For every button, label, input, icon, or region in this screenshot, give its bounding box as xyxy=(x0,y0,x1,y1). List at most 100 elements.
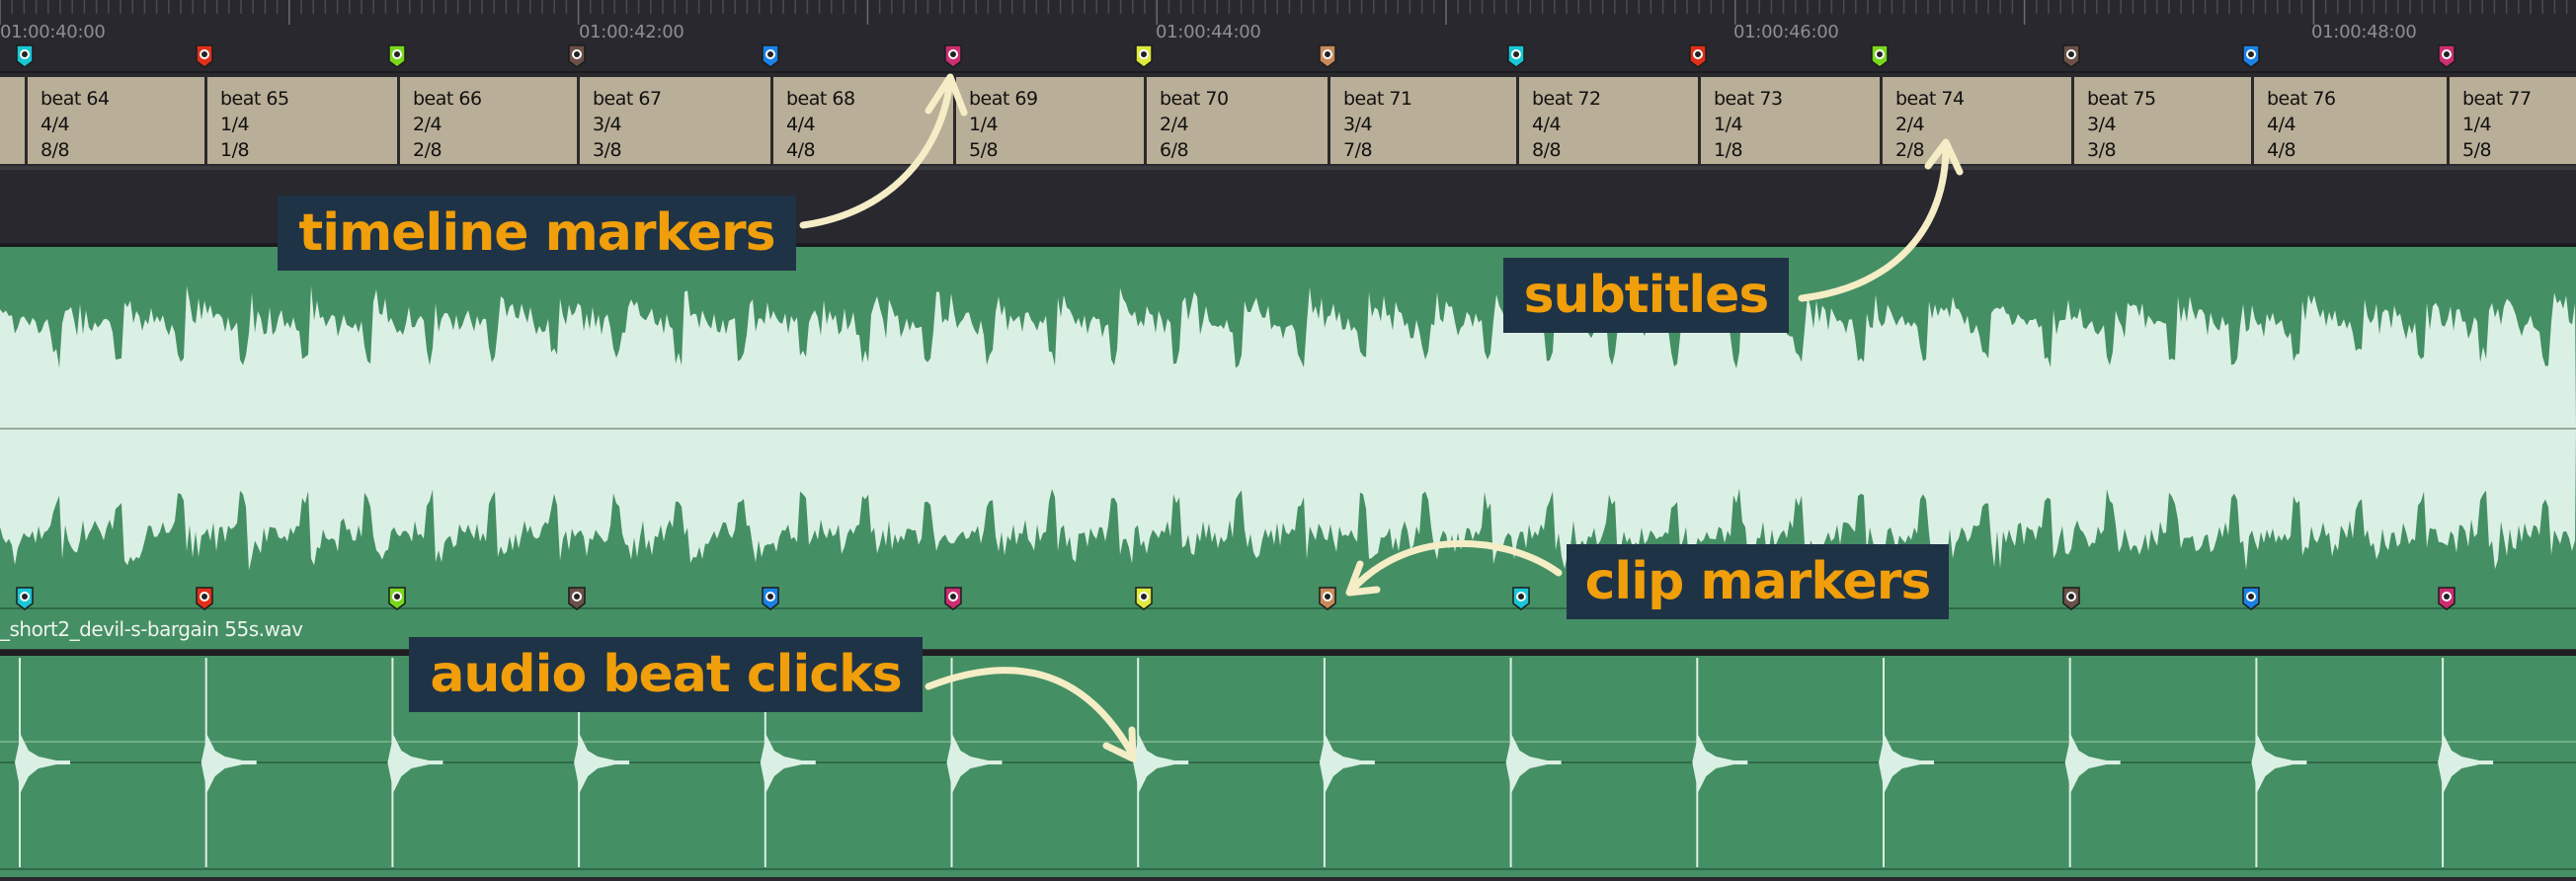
subtitle-title: beat 76 xyxy=(2267,88,2336,110)
subtitle-title: beat 77 xyxy=(2462,88,2532,110)
timeline-marker-pink[interactable] xyxy=(2437,44,2456,68)
subtitle-clip[interactable]: beat 75 3/4 3/8 xyxy=(2071,77,2251,164)
beat-click xyxy=(1505,658,1562,867)
timecode-label: 01:00:44:00 xyxy=(1156,22,1261,42)
timeline-marker-green[interactable] xyxy=(387,44,407,68)
subtitle-clip[interactable]: beat 69 1/4 5/8 xyxy=(953,77,1144,164)
subtitle-clip[interactable]: beat 68 4/4 4/8 xyxy=(770,77,953,164)
beat-click xyxy=(1692,658,1748,867)
subtitle-clip[interactable]: beat 74 2/4 2/8 xyxy=(1880,77,2071,164)
beat-click xyxy=(2251,658,2307,867)
clip-marker-cyan[interactable] xyxy=(1511,587,1531,610)
clip-filename: _short2_devil-s-bargain 55s.wav xyxy=(0,617,303,641)
subtitle-eighth: 6/8 xyxy=(1160,139,1189,161)
timeline-marker-orange[interactable] xyxy=(1318,44,1337,68)
subtitle-title: beat 69 xyxy=(969,88,1038,110)
timeline-marker-blue[interactable] xyxy=(761,44,780,68)
timecode-label: 01:00:48:00 xyxy=(2311,22,2417,42)
subtitle-title: beat 71 xyxy=(1343,88,1412,110)
subtitle-clip[interactable]: beat 72 4/4 8/8 xyxy=(1516,77,1698,164)
audio-clip-beat-clicks[interactable] xyxy=(0,656,2576,877)
clip-marker-brown[interactable] xyxy=(567,587,587,610)
subtitle-eighth: 3/8 xyxy=(593,139,622,161)
beat-click xyxy=(201,658,257,867)
timeline-ruler[interactable]: 01:00:40:00 01:00:42:00 01:00:44:00 01:0… xyxy=(0,0,2576,69)
subtitle-clip[interactable]: beat 67 3/4 3/8 xyxy=(577,77,770,164)
timeline-marker-brown[interactable] xyxy=(2061,44,2081,68)
clip-marker-blue[interactable] xyxy=(2241,587,2261,610)
beat-click xyxy=(2438,658,2494,867)
subtitle-clip[interactable]: beat 70 2/4 6/8 xyxy=(1144,77,1328,164)
subtitle-clip[interactable]: beat 64 4/4 8/8 xyxy=(25,77,204,164)
beat-click xyxy=(2064,658,2121,867)
subtitle-title: beat 75 xyxy=(2087,88,2156,110)
callout-clip-markers: clip markers xyxy=(1567,544,1949,619)
subtitle-quarter: 2/4 xyxy=(413,114,443,135)
beat-click xyxy=(1133,658,1189,867)
clip-marker-green[interactable] xyxy=(387,587,407,610)
subtitle-clip[interactable]: beat 71 3/4 7/8 xyxy=(1328,77,1516,164)
subtitle-eighth: 5/8 xyxy=(2462,139,2492,161)
clip-marker-blue[interactable] xyxy=(761,587,780,610)
subtitle-quarter: 1/4 xyxy=(2462,114,2492,135)
subtitle-eighth: 4/8 xyxy=(2267,139,2296,161)
clip-marker-yellow[interactable] xyxy=(1134,587,1154,610)
subtitle-quarter: 4/4 xyxy=(1532,114,1562,135)
clip-marker-pink[interactable] xyxy=(943,587,963,610)
subtitle-clip[interactable]: beat 76 4/4 4/8 xyxy=(2251,77,2447,164)
timeline-marker-blue[interactable] xyxy=(2241,44,2261,68)
timeline-marker-red[interactable] xyxy=(195,44,214,68)
callout-timeline-markers: timeline markers xyxy=(278,196,796,271)
subtitle-quarter: 1/4 xyxy=(220,114,250,135)
subtitle-quarter: 2/4 xyxy=(1895,114,1925,135)
subtitle-clip[interactable]: beat 66 2/4 2/8 xyxy=(397,77,577,164)
subtitle-eighth: 2/8 xyxy=(413,139,443,161)
subtitle-eighth: 1/8 xyxy=(220,139,250,161)
subtitle-eighth: 3/8 xyxy=(2087,139,2117,161)
subtitle-quarter: 3/4 xyxy=(1343,114,1373,135)
clip-marker-orange[interactable] xyxy=(1318,587,1337,610)
subtitle-eighth: 8/8 xyxy=(40,139,70,161)
timeline-marker-cyan[interactable] xyxy=(1506,44,1526,68)
beat-click xyxy=(1319,658,1375,867)
subtitle-eighth: 4/8 xyxy=(786,139,816,161)
subtitle-title: beat 73 xyxy=(1714,88,1783,110)
beat-click-waveform xyxy=(0,658,2576,870)
timecode-label: 01:00:46:00 xyxy=(1733,22,1839,42)
timeline-marker-red[interactable] xyxy=(1688,44,1708,68)
timeline-marker-pink[interactable] xyxy=(943,44,963,68)
subtitle-title: beat 72 xyxy=(1532,88,1601,110)
subtitle-eighth: 2/8 xyxy=(1895,139,1925,161)
callout-audio-beat-clicks: audio beat clicks xyxy=(409,637,923,712)
timeline-marker-green[interactable] xyxy=(1870,44,1890,68)
subtitle-track: beat 64 4/4 8/8 beat 65 1/4 1/8 beat 66 2/4 2/8 b… xyxy=(0,71,2576,168)
waveform-channel-bottom xyxy=(0,429,2576,571)
clip-marker-brown[interactable] xyxy=(2061,587,2081,610)
ruler-ticks xyxy=(0,0,2568,25)
clip-marker-pink[interactable] xyxy=(2437,587,2456,610)
subtitle-title: beat 68 xyxy=(786,88,855,110)
subtitle-title: beat 70 xyxy=(1160,88,1229,110)
timecode-label: 01:00:42:00 xyxy=(579,22,684,42)
clip-marker-red[interactable] xyxy=(195,587,214,610)
beat-click xyxy=(15,658,70,867)
subtitle-clip[interactable]: beat 65 1/4 1/8 xyxy=(204,77,397,164)
subtitle-quarter: 4/4 xyxy=(2267,114,2296,135)
timeline-marker-cyan[interactable] xyxy=(15,44,35,68)
subtitle-eighth: 1/8 xyxy=(1714,139,1743,161)
subtitle-quarter: 4/4 xyxy=(40,114,70,135)
timecode-label: 01:00:40:00 xyxy=(0,22,106,42)
subtitle-quarter: 4/4 xyxy=(786,114,816,135)
subtitle-eighth: 8/8 xyxy=(1532,139,1562,161)
subtitle-quarter: 3/4 xyxy=(2087,114,2117,135)
subtitle-title: beat 66 xyxy=(413,88,482,110)
subtitle-clip[interactable]: beat 73 1/4 1/8 xyxy=(1698,77,1880,164)
subtitle-quarter: 2/4 xyxy=(1160,114,1189,135)
subtitle-clip-partial[interactable] xyxy=(0,77,25,164)
timeline-marker-brown[interactable] xyxy=(567,44,587,68)
subtitle-title: beat 64 xyxy=(40,88,110,110)
timeline-marker-yellow[interactable] xyxy=(1134,44,1154,68)
beat-click xyxy=(1879,658,1934,867)
subtitle-clip[interactable]: beat 77 1/4 5/8 xyxy=(2447,77,2576,164)
clip-marker-cyan[interactable] xyxy=(15,587,35,610)
